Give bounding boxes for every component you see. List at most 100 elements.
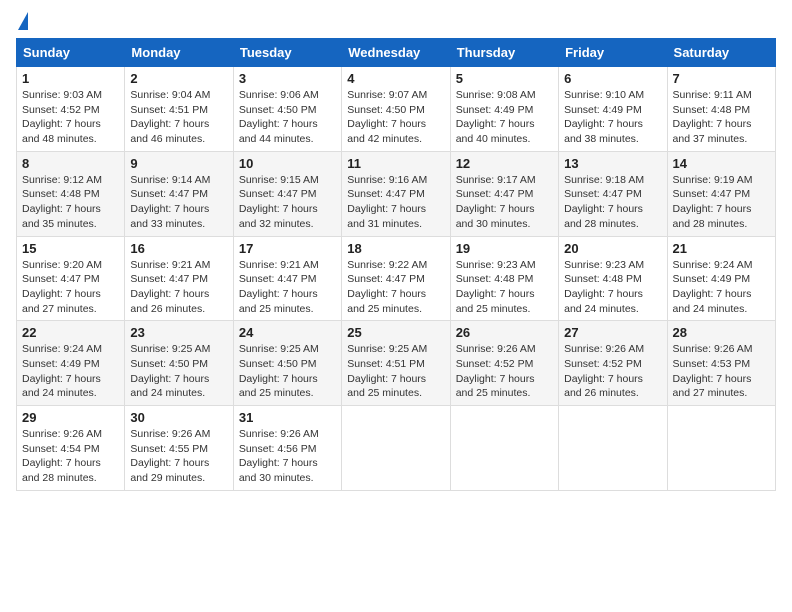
- day-number: 22: [22, 325, 119, 340]
- day-number: 25: [347, 325, 444, 340]
- calendar-cell: 17 Sunrise: 9:21 AM Sunset: 4:47 PM Dayl…: [233, 236, 341, 321]
- calendar-cell: [667, 406, 775, 491]
- calendar-cell: 10 Sunrise: 9:15 AM Sunset: 4:47 PM Dayl…: [233, 151, 341, 236]
- day-info: Sunrise: 9:12 AM Sunset: 4:48 PM Dayligh…: [22, 173, 119, 232]
- calendar-cell: 25 Sunrise: 9:25 AM Sunset: 4:51 PM Dayl…: [342, 321, 450, 406]
- calendar-cell: 22 Sunrise: 9:24 AM Sunset: 4:49 PM Dayl…: [17, 321, 125, 406]
- calendar-cell: 19 Sunrise: 9:23 AM Sunset: 4:48 PM Dayl…: [450, 236, 558, 321]
- calendar-cell: [342, 406, 450, 491]
- day-number: 4: [347, 71, 444, 86]
- day-number: 3: [239, 71, 336, 86]
- day-number: 28: [673, 325, 770, 340]
- day-number: 15: [22, 241, 119, 256]
- page-header: [16, 16, 776, 30]
- calendar-header-tuesday: Tuesday: [233, 39, 341, 67]
- calendar-cell: [450, 406, 558, 491]
- day-number: 31: [239, 410, 336, 425]
- calendar-cell: 14 Sunrise: 9:19 AM Sunset: 4:47 PM Dayl…: [667, 151, 775, 236]
- calendar-cell: 31 Sunrise: 9:26 AM Sunset: 4:56 PM Dayl…: [233, 406, 341, 491]
- calendar-cell: 26 Sunrise: 9:26 AM Sunset: 4:52 PM Dayl…: [450, 321, 558, 406]
- calendar-cell: 12 Sunrise: 9:17 AM Sunset: 4:47 PM Dayl…: [450, 151, 558, 236]
- day-number: 14: [673, 156, 770, 171]
- day-number: 18: [347, 241, 444, 256]
- calendar-cell: 3 Sunrise: 9:06 AM Sunset: 4:50 PM Dayli…: [233, 67, 341, 152]
- calendar-cell: 5 Sunrise: 9:08 AM Sunset: 4:49 PM Dayli…: [450, 67, 558, 152]
- day-number: 19: [456, 241, 553, 256]
- day-info: Sunrise: 9:26 AM Sunset: 4:55 PM Dayligh…: [130, 427, 227, 486]
- calendar-week-row: 29 Sunrise: 9:26 AM Sunset: 4:54 PM Dayl…: [17, 406, 776, 491]
- calendar-cell: 20 Sunrise: 9:23 AM Sunset: 4:48 PM Dayl…: [559, 236, 667, 321]
- day-info: Sunrise: 9:17 AM Sunset: 4:47 PM Dayligh…: [456, 173, 553, 232]
- day-info: Sunrise: 9:23 AM Sunset: 4:48 PM Dayligh…: [564, 258, 661, 317]
- calendar-cell: 15 Sunrise: 9:20 AM Sunset: 4:47 PM Dayl…: [17, 236, 125, 321]
- day-number: 9: [130, 156, 227, 171]
- day-info: Sunrise: 9:16 AM Sunset: 4:47 PM Dayligh…: [347, 173, 444, 232]
- day-info: Sunrise: 9:10 AM Sunset: 4:49 PM Dayligh…: [564, 88, 661, 147]
- calendar-cell: 21 Sunrise: 9:24 AM Sunset: 4:49 PM Dayl…: [667, 236, 775, 321]
- day-number: 23: [130, 325, 227, 340]
- day-number: 12: [456, 156, 553, 171]
- day-number: 26: [456, 325, 553, 340]
- day-info: Sunrise: 9:24 AM Sunset: 4:49 PM Dayligh…: [673, 258, 770, 317]
- calendar-cell: 24 Sunrise: 9:25 AM Sunset: 4:50 PM Dayl…: [233, 321, 341, 406]
- calendar-cell: 8 Sunrise: 9:12 AM Sunset: 4:48 PM Dayli…: [17, 151, 125, 236]
- calendar-cell: 1 Sunrise: 9:03 AM Sunset: 4:52 PM Dayli…: [17, 67, 125, 152]
- day-info: Sunrise: 9:20 AM Sunset: 4:47 PM Dayligh…: [22, 258, 119, 317]
- day-number: 1: [22, 71, 119, 86]
- day-info: Sunrise: 9:15 AM Sunset: 4:47 PM Dayligh…: [239, 173, 336, 232]
- day-info: Sunrise: 9:26 AM Sunset: 4:54 PM Dayligh…: [22, 427, 119, 486]
- calendar-cell: 23 Sunrise: 9:25 AM Sunset: 4:50 PM Dayl…: [125, 321, 233, 406]
- calendar-cell: 30 Sunrise: 9:26 AM Sunset: 4:55 PM Dayl…: [125, 406, 233, 491]
- logo: [16, 16, 28, 30]
- day-info: Sunrise: 9:21 AM Sunset: 4:47 PM Dayligh…: [130, 258, 227, 317]
- calendar-cell: [559, 406, 667, 491]
- day-info: Sunrise: 9:25 AM Sunset: 4:50 PM Dayligh…: [239, 342, 336, 401]
- day-number: 27: [564, 325, 661, 340]
- day-number: 2: [130, 71, 227, 86]
- calendar-week-row: 8 Sunrise: 9:12 AM Sunset: 4:48 PM Dayli…: [17, 151, 776, 236]
- day-number: 16: [130, 241, 227, 256]
- calendar-header-thursday: Thursday: [450, 39, 558, 67]
- calendar-header-friday: Friday: [559, 39, 667, 67]
- calendar-cell: 9 Sunrise: 9:14 AM Sunset: 4:47 PM Dayli…: [125, 151, 233, 236]
- day-info: Sunrise: 9:22 AM Sunset: 4:47 PM Dayligh…: [347, 258, 444, 317]
- day-number: 8: [22, 156, 119, 171]
- calendar-header-row: SundayMondayTuesdayWednesdayThursdayFrid…: [17, 39, 776, 67]
- day-info: Sunrise: 9:23 AM Sunset: 4:48 PM Dayligh…: [456, 258, 553, 317]
- day-number: 6: [564, 71, 661, 86]
- day-number: 24: [239, 325, 336, 340]
- day-info: Sunrise: 9:21 AM Sunset: 4:47 PM Dayligh…: [239, 258, 336, 317]
- day-info: Sunrise: 9:08 AM Sunset: 4:49 PM Dayligh…: [456, 88, 553, 147]
- day-number: 7: [673, 71, 770, 86]
- calendar-cell: 28 Sunrise: 9:26 AM Sunset: 4:53 PM Dayl…: [667, 321, 775, 406]
- calendar-cell: 7 Sunrise: 9:11 AM Sunset: 4:48 PM Dayli…: [667, 67, 775, 152]
- day-info: Sunrise: 9:19 AM Sunset: 4:47 PM Dayligh…: [673, 173, 770, 232]
- day-number: 30: [130, 410, 227, 425]
- calendar-week-row: 15 Sunrise: 9:20 AM Sunset: 4:47 PM Dayl…: [17, 236, 776, 321]
- calendar-cell: 13 Sunrise: 9:18 AM Sunset: 4:47 PM Dayl…: [559, 151, 667, 236]
- day-info: Sunrise: 9:14 AM Sunset: 4:47 PM Dayligh…: [130, 173, 227, 232]
- calendar-header-monday: Monday: [125, 39, 233, 67]
- calendar-week-row: 1 Sunrise: 9:03 AM Sunset: 4:52 PM Dayli…: [17, 67, 776, 152]
- day-info: Sunrise: 9:25 AM Sunset: 4:51 PM Dayligh…: [347, 342, 444, 401]
- calendar-table: SundayMondayTuesdayWednesdayThursdayFrid…: [16, 38, 776, 491]
- day-number: 13: [564, 156, 661, 171]
- day-number: 20: [564, 241, 661, 256]
- calendar-cell: 27 Sunrise: 9:26 AM Sunset: 4:52 PM Dayl…: [559, 321, 667, 406]
- logo-icon: [18, 12, 28, 30]
- day-info: Sunrise: 9:26 AM Sunset: 4:52 PM Dayligh…: [456, 342, 553, 401]
- day-number: 29: [22, 410, 119, 425]
- calendar-cell: 16 Sunrise: 9:21 AM Sunset: 4:47 PM Dayl…: [125, 236, 233, 321]
- calendar-header-wednesday: Wednesday: [342, 39, 450, 67]
- day-info: Sunrise: 9:26 AM Sunset: 4:53 PM Dayligh…: [673, 342, 770, 401]
- day-info: Sunrise: 9:18 AM Sunset: 4:47 PM Dayligh…: [564, 173, 661, 232]
- day-info: Sunrise: 9:25 AM Sunset: 4:50 PM Dayligh…: [130, 342, 227, 401]
- day-info: Sunrise: 9:26 AM Sunset: 4:56 PM Dayligh…: [239, 427, 336, 486]
- day-number: 10: [239, 156, 336, 171]
- calendar-cell: 29 Sunrise: 9:26 AM Sunset: 4:54 PM Dayl…: [17, 406, 125, 491]
- calendar-cell: 4 Sunrise: 9:07 AM Sunset: 4:50 PM Dayli…: [342, 67, 450, 152]
- day-number: 17: [239, 241, 336, 256]
- calendar-cell: 6 Sunrise: 9:10 AM Sunset: 4:49 PM Dayli…: [559, 67, 667, 152]
- day-info: Sunrise: 9:26 AM Sunset: 4:52 PM Dayligh…: [564, 342, 661, 401]
- calendar-cell: 11 Sunrise: 9:16 AM Sunset: 4:47 PM Dayl…: [342, 151, 450, 236]
